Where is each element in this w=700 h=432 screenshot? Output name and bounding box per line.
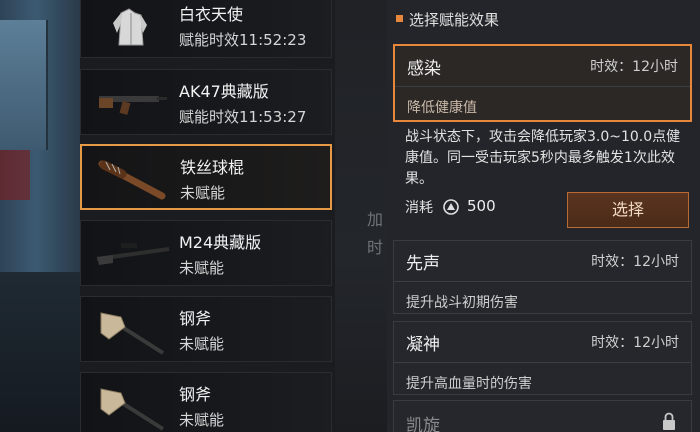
axe-icon [91,379,171,432]
axe-icon [91,303,171,357]
effect-divider [395,86,690,87]
effect-desc: 提升高血量时的伤害 [406,376,532,392]
header-marker-icon [396,15,403,22]
currency-icon [443,199,459,215]
panel-title: 选择赋能效果 [409,11,500,29]
ak47-icon [91,76,171,130]
weapon-status: 未赋能 [180,184,226,202]
effect-name: 凝神 [406,335,440,355]
effect-duration: 时效：12小时 [591,335,679,351]
effect-option-kaixuan-locked[interactable]: 凯旋 [393,400,692,432]
empower-effect-panel: 选择赋能效果 感染 时效：12小时 降低健康值 战斗状态下，攻击会降低玩家3.0… [387,0,700,432]
effect-option-infection[interactable]: 感染 时效：12小时 降低健康值 [393,44,692,122]
white-coat-icon [91,0,171,53]
effect-detail: 战斗状态下，攻击会降低玩家3.0~10.0点健康值。同一受击玩家5秒内最多触发1… [395,127,690,235]
effect-duration: 时效：12小时 [590,59,678,75]
weapon-card-wire-bat[interactable]: 铁丝球棍 未赋能 [80,144,332,210]
effect-desc: 提升战斗初期伤害 [406,295,518,311]
weapon-name: 钢斧 [179,309,212,328]
weapon-name: AK47典藏版 [179,82,269,101]
effect-divider [394,281,691,282]
wire-bat-icon [92,152,172,206]
weapon-status: 赋能时效11:52:23 [179,31,307,49]
weapon-status: 未赋能 [179,259,225,277]
effect-duration: 时效：12小时 [591,254,679,270]
background-ghost-text: 加 [367,210,384,229]
select-button[interactable]: 选择 [567,192,689,228]
background-ground [0,272,80,432]
weapon-status: 赋能时效11:53:27 [179,108,307,126]
sniper-rifle-icon [91,227,171,281]
effect-option-xiansheng[interactable]: 先声 时效：12小时 提升战斗初期伤害 [393,240,692,314]
weapon-name: 白衣天使 [179,5,244,24]
effect-option-ningshen[interactable]: 凝神 时效：12小时 提升高血量时的伤害 [393,321,692,395]
weapon-name: M24典藏版 [179,233,262,252]
weapon-card-white-coat[interactable]: 白衣天使 赋能时效11:52:23 [80,0,332,58]
panel-header: 选择赋能效果 [387,0,700,40]
weapon-card-m24[interactable]: M24典藏版 未赋能 [80,220,332,286]
background-scene [0,0,80,432]
cost-value: 500 [467,197,496,215]
background-glow [0,150,30,200]
weapon-status: 未赋能 [179,411,225,429]
weapon-card-axe[interactable]: 钢斧 未赋能 [80,296,332,362]
background-ghost-text: 时 [367,238,384,257]
weapon-list: 白衣天使 赋能时效11:52:23 AK47典藏版 赋能时效11:53:27 铁… [80,0,332,432]
weapon-card-axe-2[interactable]: 钢斧 未赋能 [80,372,332,432]
effect-detail-text: 战斗状态下，攻击会降低玩家3.0~10.0点健康值。同一受击玩家5秒内最多触发1… [405,129,681,187]
effect-desc: 降低健康值 [407,100,477,116]
effect-name: 先声 [406,254,440,274]
effect-name: 感染 [407,59,441,79]
weapon-name: 钢斧 [179,385,212,404]
weapon-card-ak47[interactable]: AK47典藏版 赋能时效11:53:27 [80,69,332,135]
lock-icon [661,411,677,431]
weapon-status: 未赋能 [179,335,225,353]
effect-name: 凯旋 [406,416,440,432]
background-pillar [0,20,48,150]
cost-label: 消耗 [405,200,433,216]
effect-divider [394,362,691,363]
weapon-name: 铁丝球棍 [180,158,245,177]
